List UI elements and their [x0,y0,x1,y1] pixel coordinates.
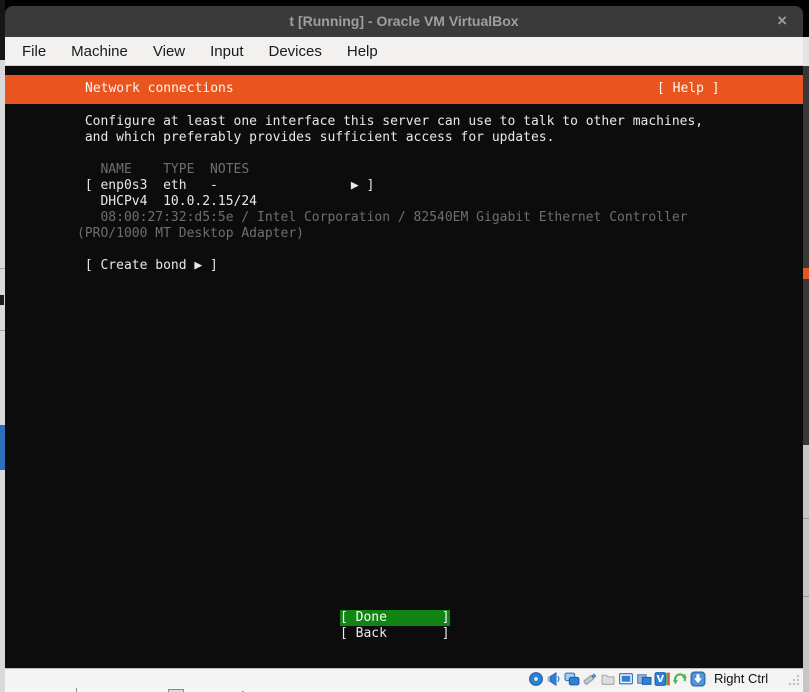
host-key-label: Right Ctrl [714,671,768,686]
background-window-bottom-peek: Network [5,688,803,692]
background-pane [803,37,809,66]
divider [76,688,77,692]
background-window-right-sliver [803,0,809,692]
network-icon[interactable] [564,671,580,687]
back-button[interactable]: [ Back ] [340,626,450,642]
background-pane [803,66,809,445]
titlebar[interactable]: t [Running] - Oracle VM VirtualBox × [5,6,803,37]
virtualbox-vm-window: t [Running] - Oracle VM VirtualBox × Fil… [5,6,803,688]
clipped-list-item [0,295,4,305]
create-bond-button[interactable]: [ Create bond ▶ ] [77,258,218,274]
menu-item-input[interactable]: Input [210,43,243,60]
mouse-integration-icon[interactable] [672,671,688,687]
menu-item-machine[interactable]: Machine [71,43,128,60]
display-icon[interactable] [618,671,634,687]
vm-console: Network connections [ Help ] Configure a… [5,66,803,668]
usb-icon[interactable] [582,671,598,687]
background-pane [803,445,809,692]
vm-statusbar: V Right Ctrl [5,668,803,688]
installer-header-bar: Network connections [ Help ] [5,75,803,104]
keyboard-capture-icon[interactable] [690,671,706,687]
background-accent [803,268,809,279]
window-title: t [Running] - Oracle VM VirtualBox [5,6,803,37]
menubar: File Machine View Input Devices Help [5,37,803,66]
done-button[interactable]: [ Done ] [340,610,450,626]
intro-text: Configure at least one interface this se… [77,114,703,146]
nic-dhcp-address: DHCPv4 10.0.2.15/24 [77,194,257,210]
help-button[interactable]: [ Help ] [657,81,720,97]
recording-icon[interactable] [636,671,652,687]
desktop-screenshot: t [Running] - Oracle VM VirtualBox × Fil… [0,0,809,692]
statusbar-icons: V [528,671,706,687]
shared-folders-icon[interactable] [600,671,616,687]
features-icon[interactable]: V [654,671,670,687]
menu-item-devices[interactable]: Devices [269,43,322,60]
nic-table-header: NAME TYPE NOTES [77,162,249,178]
divider [803,518,809,519]
resize-grip[interactable] [787,673,800,686]
menu-item-view[interactable]: View [153,43,185,60]
divider [803,596,809,597]
nic-row-enp0s3[interactable]: [ enp0s3 eth - ▶ ] [77,178,374,194]
optical-drives-icon[interactable] [528,671,544,687]
nic-mac-info: 08:00:27:32:d5:5e / Intel Corporation / … [77,210,687,226]
menu-item-file[interactable]: File [22,43,46,60]
menu-item-help[interactable]: Help [347,43,378,60]
close-icon[interactable]: × [777,6,787,36]
audio-icon[interactable] [546,671,562,687]
nic-adapter-info: (PRO/1000 MT Desktop Adapter) [77,226,304,242]
svg-text:V: V [657,674,665,685]
page-title: Network connections [85,81,234,97]
